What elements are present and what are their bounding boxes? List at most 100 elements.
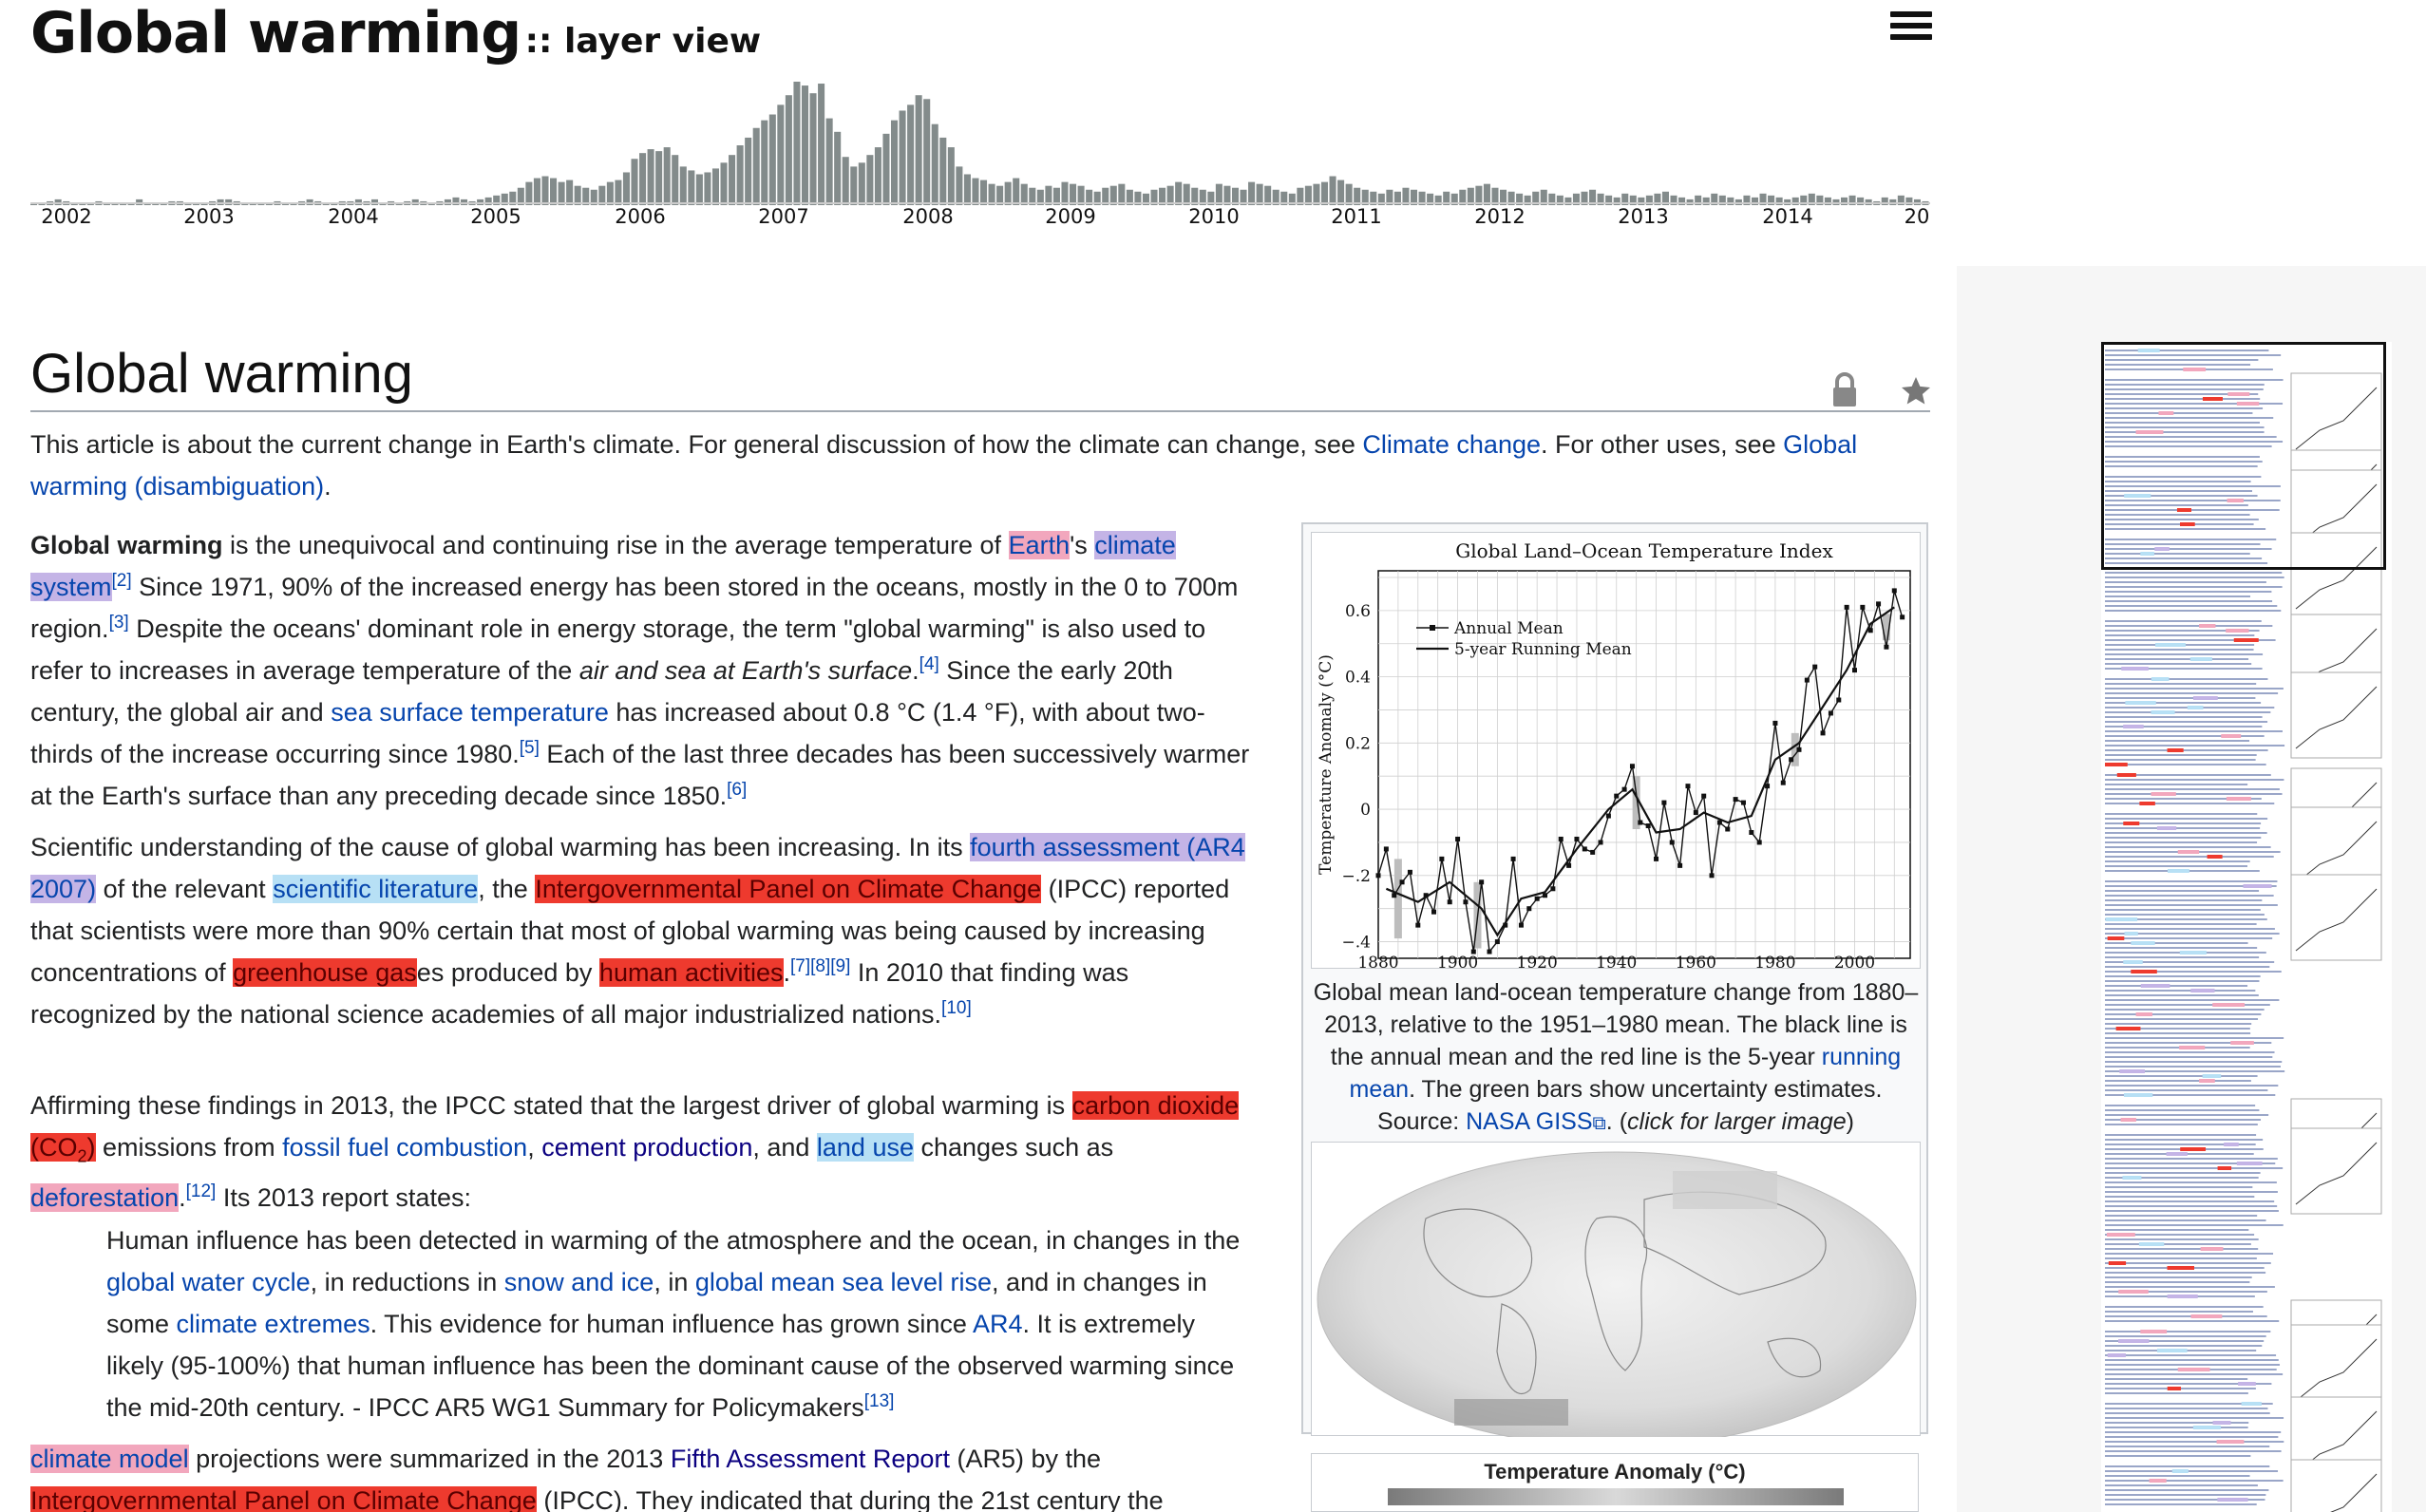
timeline-bar[interactable]	[931, 123, 938, 205]
timeline-bar[interactable]	[655, 151, 663, 205]
timeline-bar[interactable]	[622, 172, 630, 205]
timeline-year-label[interactable]: 2010	[1188, 205, 1239, 228]
timeline-year-label[interactable]: 20	[1905, 205, 1930, 228]
timeline-bar[interactable]	[956, 166, 963, 205]
link-land-use[interactable]: land use	[816, 1133, 914, 1162]
minimap-viewport[interactable]	[2101, 342, 2386, 570]
temperature-index-chart[interactable]: Global Land–Ocean Temperature Index 1880 1…	[1311, 532, 1921, 973]
timeline-bar[interactable]	[963, 174, 971, 206]
link-sea-level-rise[interactable]: global mean sea level rise	[695, 1268, 992, 1296]
timeline-year-label[interactable]: 2002	[41, 205, 91, 228]
timeline-bar[interactable]	[834, 131, 842, 205]
timeline-bar[interactable]	[777, 104, 785, 205]
ref-6[interactable]: [6]	[727, 780, 747, 800]
edit-activity-timeline[interactable]	[30, 78, 1930, 205]
ref-4[interactable]: [4]	[919, 654, 939, 674]
timeline-bar[interactable]	[785, 95, 792, 205]
timeline-bar[interactable]	[720, 162, 728, 205]
timeline-year-label[interactable]: 2014	[1762, 205, 1812, 228]
timeline-bar[interactable]	[866, 155, 874, 205]
link-fifth-assessment-report[interactable]: Fifth Assessment Report	[671, 1445, 950, 1473]
timeline-bar[interactable]	[907, 104, 915, 205]
timeline-bar[interactable]	[729, 155, 736, 205]
timeline-bar[interactable]	[541, 176, 549, 205]
timeline-bar[interactable]	[874, 147, 881, 205]
timeline-bar[interactable]	[550, 178, 558, 205]
link-sea-surface-temperature[interactable]: sea surface temperature	[331, 698, 609, 727]
ref-10[interactable]: [10]	[941, 998, 972, 1018]
timeline-bar[interactable]	[947, 147, 955, 205]
link-climate-model[interactable]: climate model	[30, 1445, 189, 1473]
timeline-bar[interactable]	[679, 166, 687, 205]
timeline-year-label[interactable]: 2009	[1045, 205, 1095, 228]
timeline-year-label[interactable]: 2003	[183, 205, 234, 228]
link-human-activities[interactable]: human activities	[598, 958, 784, 987]
timeline-bar[interactable]	[704, 172, 711, 205]
timeline-bar[interactable]	[939, 137, 947, 205]
timeline-bar[interactable]	[818, 84, 825, 205]
link-deforestation[interactable]: deforestation	[30, 1183, 180, 1213]
timeline-bar[interactable]	[858, 162, 865, 205]
timeline-year-label[interactable]: 2012	[1474, 205, 1525, 228]
timeline-bar[interactable]	[752, 127, 760, 205]
ref-5[interactable]: [5]	[520, 738, 540, 758]
timeline-bar[interactable]	[899, 110, 906, 205]
timeline-bar[interactable]	[768, 114, 776, 205]
timeline-bar[interactable]	[809, 93, 817, 205]
timeline-bar[interactable]	[842, 157, 849, 205]
minimap-text-line	[2105, 1013, 2262, 1015]
timeline-bar[interactable]	[736, 145, 744, 205]
link-scientific-literature[interactable]: scientific literature	[273, 875, 479, 903]
timeline-bar[interactable]	[745, 137, 752, 205]
timeline-year-label[interactable]: 2004	[328, 205, 378, 228]
link-nasa-giss[interactable]: NASA GISS	[1466, 1108, 1592, 1135]
timeline-bar[interactable]	[639, 153, 647, 205]
timeline-bar[interactable]	[801, 85, 809, 205]
ref-3[interactable]: [3]	[109, 613, 129, 633]
timeline-bar[interactable]	[695, 174, 703, 206]
timeline-bar[interactable]	[663, 147, 671, 205]
hamburger-menu-icon[interactable]	[1890, 11, 1932, 49]
timeline-bar[interactable]	[915, 95, 922, 205]
link-fossil-fuel-combustion[interactable]: fossil fuel combustion	[282, 1133, 527, 1162]
link-ar4[interactable]: AR4	[973, 1310, 1023, 1338]
timeline-bar[interactable]	[647, 149, 654, 205]
link-cement-production[interactable]: cement production	[541, 1133, 752, 1162]
link-earth[interactable]: Earth	[1008, 531, 1071, 559]
timeline-bar[interactable]	[761, 120, 768, 205]
timeline-bar[interactable]	[711, 168, 719, 205]
timeline-bar[interactable]	[972, 178, 979, 205]
timeline-bar[interactable]	[923, 99, 931, 205]
link-global-water-cycle[interactable]: global water cycle	[106, 1268, 311, 1296]
link-greenhouse-gas[interactable]: greenhouse gas	[233, 958, 417, 987]
ref-7-8-9[interactable]: [7][8][9]	[790, 956, 850, 976]
timeline-year-label[interactable]: 2013	[1618, 205, 1668, 228]
timeline-bar[interactable]	[825, 118, 833, 205]
page-minimap[interactable]	[2101, 342, 2392, 1512]
link-ipcc[interactable]: Intergovernmental Panel on Climate Chang…	[30, 1486, 537, 1512]
timeline-year-label[interactable]: 2008	[902, 205, 953, 228]
timeline-bar[interactable]	[1329, 176, 1336, 205]
timeline-bar[interactable]	[688, 170, 695, 205]
timeline-bar[interactable]	[672, 155, 679, 205]
ref-2[interactable]: [2]	[112, 571, 132, 591]
timeline-bar[interactable]	[1013, 178, 1020, 205]
star-icon[interactable]	[1899, 374, 1933, 408]
timeline-year-label[interactable]: 2007	[758, 205, 808, 228]
timeline-year-label[interactable]: 2006	[615, 205, 665, 228]
timeline-bar[interactable]	[890, 120, 899, 205]
link-climate-change[interactable]: Climate change	[1362, 430, 1541, 459]
timeline-bar[interactable]	[793, 82, 801, 205]
timeline-year-label[interactable]: 2011	[1331, 205, 1381, 228]
timeline-bar[interactable]	[533, 178, 540, 205]
timeline-bar[interactable]	[631, 159, 638, 205]
timeline-bar[interactable]	[850, 166, 858, 205]
link-ipcc[interactable]: Intergovernmental Panel on Climate Chang…	[535, 875, 1042, 903]
ref-13[interactable]: [13]	[864, 1391, 895, 1411]
timeline-year-label[interactable]: 2005	[470, 205, 521, 228]
link-snow-and-ice[interactable]: snow and ice	[504, 1268, 654, 1296]
link-climate-extremes[interactable]: climate extremes	[177, 1310, 370, 1338]
temperature-anomaly-map[interactable]	[1311, 1142, 1921, 1447]
ref-12[interactable]: [12]	[186, 1181, 217, 1201]
timeline-bar[interactable]	[882, 133, 890, 205]
